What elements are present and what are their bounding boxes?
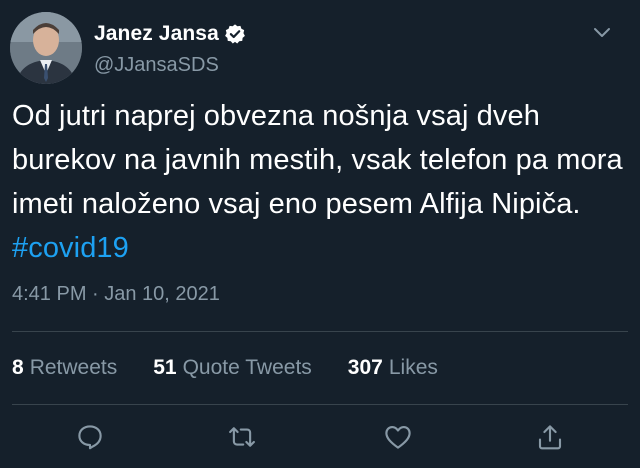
retweets-label: Retweets: [29, 356, 118, 379]
divider: [12, 404, 628, 405]
avatar-image: [10, 12, 82, 84]
tweet-timestamp[interactable]: 4:41 PM · Jan 10, 2021: [12, 283, 220, 306]
tweet-text: Od jutri naprej obvezna nošnja vsaj dveh…: [12, 94, 628, 270]
avatar[interactable]: [10, 12, 82, 84]
likes-label: Likes: [388, 356, 438, 379]
like-button[interactable]: [381, 420, 415, 454]
retweets-stat[interactable]: 8 Retweets: [12, 356, 117, 380]
tweet-stats: 8 Retweets 51 Quote Tweets 307 Likes: [12, 356, 474, 380]
tweet-actions: [0, 420, 640, 460]
author-names: Janez Jansa @JJansaSDS: [94, 20, 246, 77]
tweet-header: Janez Jansa @JJansaSDS: [10, 12, 630, 84]
likes-count: 307: [347, 356, 383, 379]
retweets-count: 8: [12, 356, 24, 379]
likes-stat[interactable]: 307 Likes: [348, 356, 438, 380]
display-name-row: Janez Jansa: [94, 20, 246, 48]
reply-button[interactable]: [73, 420, 107, 454]
display-name[interactable]: Janez Jansa: [94, 22, 219, 46]
reply-icon: [78, 425, 102, 450]
share-button[interactable]: [533, 420, 567, 454]
verified-badge-icon: [224, 24, 245, 44]
quote-tweets-count: 51: [153, 356, 177, 379]
tweet-body: Od jutri naprej obvezna nošnja vsaj dveh…: [12, 100, 623, 220]
tweet-card: Janez Jansa @JJansaSDS Od jutri naprej o…: [0, 0, 640, 468]
chevron-down-icon[interactable]: [592, 26, 612, 40]
retweet-button[interactable]: [225, 420, 259, 454]
quote-tweets-stat[interactable]: 51 Quote Tweets: [153, 356, 312, 380]
retweet-icon: [229, 427, 255, 447]
author-handle[interactable]: @JJansaSDS: [94, 54, 246, 77]
heart-icon: [385, 425, 411, 449]
share-icon: [538, 425, 562, 450]
quote-tweets-label: Quote Tweets: [182, 356, 312, 379]
divider: [12, 331, 628, 332]
hashtag-link[interactable]: #covid19: [12, 232, 129, 264]
